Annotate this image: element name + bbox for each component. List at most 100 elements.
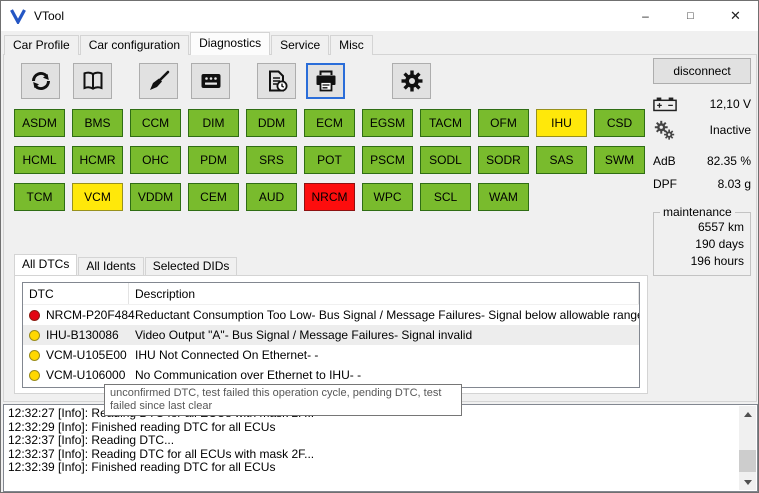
settings-button[interactable]	[392, 63, 431, 99]
scroll-down-button[interactable]	[739, 474, 756, 490]
refresh-button[interactable]	[21, 63, 60, 99]
maximize-button[interactable]: □	[668, 1, 713, 31]
log-line: 12:32:37 [Info]: Reading DTC...	[8, 434, 735, 448]
maintenance-group: maintenance 6557 km 190 days 196 hours	[653, 205, 751, 276]
ecu-button-sodr[interactable]: SODR	[478, 146, 529, 174]
tab-car-configuration[interactable]: Car configuration	[80, 35, 189, 55]
engine-state: Inactive	[710, 123, 751, 137]
dpf-label: DPF	[653, 177, 677, 191]
ecu-button-tacm[interactable]: TACM	[420, 109, 471, 137]
all-dtcs-page: DTC Description NRCM-P20F484 Reductant C…	[14, 275, 648, 394]
tab-all-dtcs[interactable]: All DTCs	[14, 254, 77, 275]
tab-service[interactable]: Service	[271, 35, 329, 55]
app-logo-icon	[10, 8, 26, 24]
ecu-button-scl[interactable]: SCL	[420, 183, 471, 211]
dtc-row[interactable]: IHU-B130086 Video Output "A"- Bus Signal…	[23, 325, 639, 345]
status-panel: disconnect 12,10 V Inactive AdB 82.35 % …	[653, 58, 751, 276]
refresh-icon	[29, 69, 53, 93]
ecu-button-pscm[interactable]: PSCM	[362, 146, 413, 174]
tab-selected-dids[interactable]: Selected DIDs	[145, 257, 238, 275]
maintenance-title: maintenance	[660, 205, 735, 219]
report-button[interactable]	[257, 63, 296, 99]
arrow-up-icon	[744, 412, 752, 417]
dtc-code: VCM-U105E00	[46, 348, 127, 362]
ecu-button-pot[interactable]: POT	[304, 146, 355, 174]
dtc-code: NRCM-P20F484	[46, 308, 135, 322]
ecu-button-hcmr[interactable]: HCMR	[72, 146, 123, 174]
ecu-button-aud[interactable]: AUD	[246, 183, 297, 211]
detail-tabstrip: All DTCs All Idents Selected DIDs	[14, 254, 238, 275]
ecu-button-hcml[interactable]: HCML	[14, 146, 65, 174]
ecu-button-nrcm[interactable]: NRCM	[304, 183, 355, 211]
tooltip: unconfirmed DTC, test failed this operat…	[104, 384, 462, 416]
tab-all-idents[interactable]: All Idents	[78, 257, 143, 275]
dtc-row[interactable]: VCM-U105E00 IHU Not Connected On Etherne…	[23, 345, 639, 365]
scroll-up-button[interactable]	[739, 406, 756, 422]
scroll-thumb[interactable]	[739, 450, 756, 472]
ecu-button-ohc[interactable]: OHC	[130, 146, 181, 174]
window-title: VTool	[34, 9, 64, 23]
ecu-button-dim[interactable]: DIM	[188, 109, 239, 137]
ecu-button-egsm[interactable]: EGSM	[362, 109, 413, 137]
status-dot	[29, 370, 40, 381]
keypad-icon	[199, 69, 223, 93]
ecu-button-bms[interactable]: BMS	[72, 109, 123, 137]
log-panel[interactable]: 12:32:27 [Info]: Reading DTC for all ECU…	[3, 404, 758, 492]
print-button[interactable]	[306, 63, 345, 99]
ecu-button-cem[interactable]: CEM	[188, 183, 239, 211]
toolbar	[21, 63, 431, 99]
dpf-value: 8.03 g	[718, 177, 751, 191]
ecu-button-vddm[interactable]: VDDM	[130, 183, 181, 211]
ecu-button-pdm[interactable]: PDM	[188, 146, 239, 174]
dtc-row[interactable]: NRCM-P20F484 Reductant Consumption Too L…	[23, 305, 639, 325]
ecu-button-sodl[interactable]: SODL	[420, 146, 471, 174]
book-icon	[81, 69, 105, 93]
clear-codes-button[interactable]	[139, 63, 178, 99]
ecu-button-ccm[interactable]: CCM	[130, 109, 181, 137]
dtc-row[interactable]: VCM-U106000 No Communication over Ethern…	[23, 365, 639, 385]
read-codes-button[interactable]	[73, 63, 112, 99]
log-line: 12:32:29 [Info]: Finished reading DTC fo…	[8, 421, 735, 435]
diagnostics-page: disconnect 12,10 V Inactive AdB 82.35 % …	[3, 54, 757, 402]
dtc-description: Video Output "A"- Bus Signal / Message F…	[129, 328, 639, 342]
tab-misc[interactable]: Misc	[330, 35, 373, 55]
arrow-down-icon	[744, 480, 752, 485]
minimize-button[interactable]: –	[623, 1, 668, 31]
titlebar: VTool – □ ✕	[1, 1, 758, 31]
broom-icon	[147, 69, 171, 93]
column-header-description[interactable]: Description	[129, 283, 639, 304]
ecu-button-csd[interactable]: CSD	[594, 109, 645, 137]
status-dot	[29, 330, 40, 341]
ecu-button-ofm[interactable]: OFM	[478, 109, 529, 137]
ecu-button-srs[interactable]: SRS	[246, 146, 297, 174]
ecu-button-ddm[interactable]: DDM	[246, 109, 297, 137]
printer-icon	[314, 69, 338, 93]
dtc-description: Reductant Consumption Too Low- Bus Signa…	[129, 308, 639, 322]
log-scrollbar[interactable]	[739, 406, 756, 490]
ecu-button-ecm[interactable]: ECM	[304, 109, 355, 137]
adb-value: 82.35 %	[707, 154, 751, 168]
tab-car-profile[interactable]: Car Profile	[4, 35, 79, 55]
log-line: 12:32:39 [Info]: Finished reading DTC fo…	[8, 461, 735, 475]
ecu-button-swm[interactable]: SWM	[594, 146, 645, 174]
maintenance-days: 190 days	[660, 236, 744, 253]
dtc-description: No Communication over Ethernet to IHU- -	[129, 368, 639, 382]
tab-diagnostics[interactable]: Diagnostics	[190, 32, 270, 55]
main-tabstrip: Car Profile Car configuration Diagnostic…	[4, 32, 374, 55]
dtc-code: VCM-U106000	[46, 368, 125, 382]
ecu-button-sas[interactable]: SAS	[536, 146, 587, 174]
disconnect-button[interactable]: disconnect	[653, 58, 751, 84]
ecu-button-asdm[interactable]: ASDM	[14, 109, 65, 137]
battery-icon	[653, 96, 677, 112]
document-clock-icon	[265, 69, 289, 93]
maintenance-hours: 196 hours	[660, 253, 744, 270]
ecu-button-wpc[interactable]: WPC	[362, 183, 413, 211]
ecu-button-ihu[interactable]: IHU	[536, 109, 587, 137]
ecu-button-tcm[interactable]: TCM	[14, 183, 65, 211]
column-header-dtc[interactable]: DTC	[23, 283, 129, 304]
ecu-button-wam[interactable]: WAM	[478, 183, 529, 211]
close-button[interactable]: ✕	[713, 1, 758, 31]
keypad-button[interactable]	[191, 63, 230, 99]
ecu-button-vcm[interactable]: VCM	[72, 183, 123, 211]
adb-label: AdB	[653, 154, 676, 168]
